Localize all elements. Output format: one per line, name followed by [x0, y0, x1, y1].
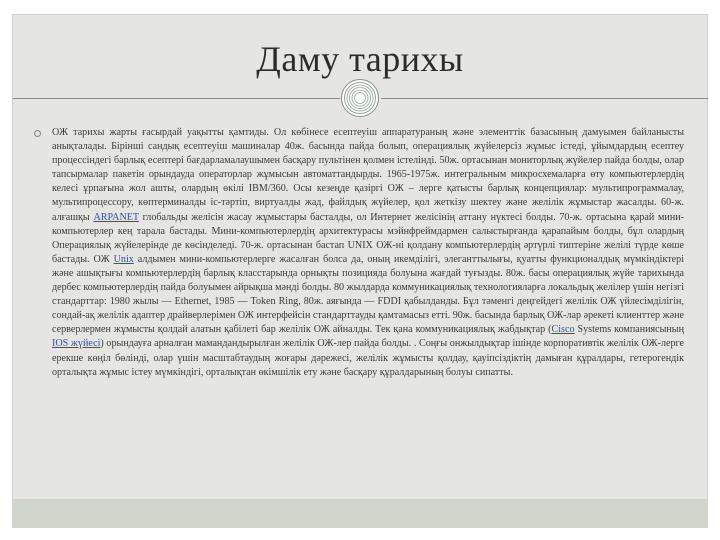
slide: Даму тарихы ОЖ тарихы жарты ғасырдай уақ… — [0, 0, 720, 540]
title-divider-left — [13, 98, 340, 99]
cisco-link[interactable]: Cisco — [552, 324, 575, 335]
paragraph-text: Systems компаниясының — [574, 324, 684, 336]
slide-title: Даму тарихы — [256, 39, 464, 79]
bottom-band — [12, 499, 708, 528]
slide-content: ОЖ тарихы жарты ғасырдай уақытты қамтиды… — [34, 126, 684, 390]
title-divider-right — [381, 98, 708, 99]
paragraph-text: ОЖ тарихы жарты ғасырдай уақытты қамтиды… — [52, 127, 684, 223]
paragraph-text: ) орындауға арналған мамандандырылған же… — [52, 338, 684, 378]
circle-emblem-icon — [341, 79, 379, 117]
ios-link[interactable]: IOS жүйесі — [52, 338, 100, 349]
unix-link[interactable]: Unix — [114, 254, 134, 265]
arpanet-link[interactable]: ARPANET — [93, 212, 138, 223]
history-paragraph: ОЖ тарихы жарты ғасырдай уақытты қамтиды… — [52, 126, 684, 380]
bullet-icon — [34, 130, 41, 137]
